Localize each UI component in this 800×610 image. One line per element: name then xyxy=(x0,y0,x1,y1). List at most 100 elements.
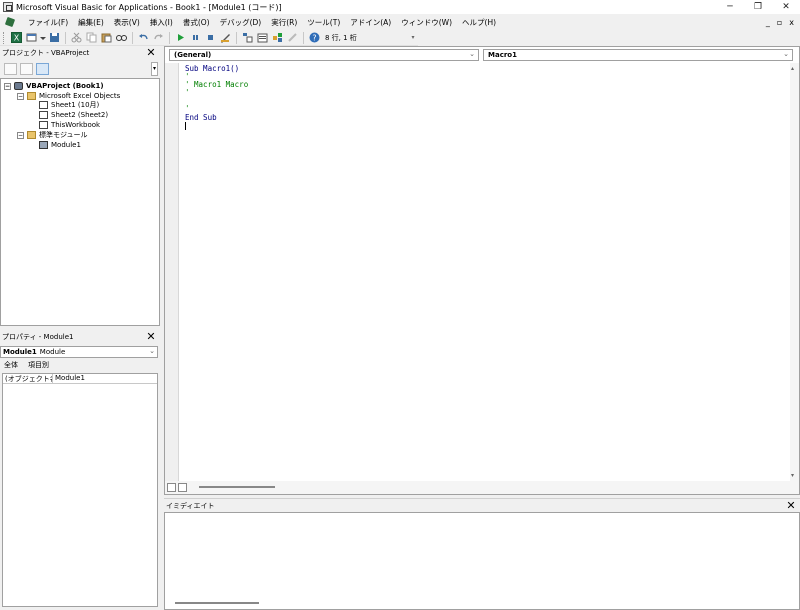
menu-format[interactable]: 書式(O) xyxy=(178,17,215,28)
insert-module-icon[interactable] xyxy=(25,31,38,44)
object-type: Module xyxy=(39,348,66,356)
cut-icon[interactable] xyxy=(70,31,83,44)
chevron-down-icon[interactable]: ⌄ xyxy=(783,50,789,58)
tree-node-standard-modules[interactable]: − 標準モジュール xyxy=(17,130,88,140)
tree-node-sheet2[interactable]: Sheet2 (Sheet2) xyxy=(39,110,108,120)
toolbox-icon[interactable] xyxy=(286,31,299,44)
menu-run[interactable]: 実行(R) xyxy=(266,17,302,28)
scroll-down-icon[interactable]: ▾ xyxy=(791,472,794,479)
help-icon[interactable]: ? xyxy=(308,31,321,44)
standard-toolbar: X ? 8 行, 1 桁 ▾ xyxy=(0,30,418,46)
chevron-down-icon[interactable]: ⌄ xyxy=(149,347,155,355)
procedure-view-icon[interactable] xyxy=(167,483,176,492)
toolbar-separator xyxy=(132,31,133,44)
excel-view-icon[interactable]: X xyxy=(10,31,23,44)
tree-node-sheet1[interactable]: Sheet1 (10月) xyxy=(39,100,99,110)
code-line: ' Macro1 Macro xyxy=(185,80,249,90)
menu-addins[interactable]: アドイン(A) xyxy=(345,17,396,28)
tree-node-project[interactable]: − VBAProject (Book1) xyxy=(4,81,104,91)
minimize-button[interactable]: ─ xyxy=(716,0,744,14)
run-icon[interactable] xyxy=(174,31,187,44)
menu-view[interactable]: 表示(V) xyxy=(109,17,145,28)
properties-grid: (オブジェクト名) Module1 xyxy=(2,373,158,607)
object-browser-icon[interactable] xyxy=(271,31,284,44)
break-icon[interactable] xyxy=(189,31,202,44)
vba-project-icon xyxy=(14,82,23,90)
code-horizontal-scrollbar[interactable] xyxy=(165,481,799,494)
procedure-combo[interactable]: Macro1 ⌄ xyxy=(483,49,793,61)
window-title: Microsoft Visual Basic for Applications … xyxy=(16,2,282,12)
properties-panel-close-icon[interactable]: ✕ xyxy=(145,330,157,343)
project-toolbar-scroll[interactable]: ▾ xyxy=(151,62,158,76)
immediate-scroll-thumb[interactable] xyxy=(175,602,259,604)
property-value[interactable]: Module1 xyxy=(53,374,85,383)
tree-node-module1[interactable]: Module1 xyxy=(39,140,81,150)
menu-edit[interactable]: 編集(E) xyxy=(73,17,109,28)
collapse-icon[interactable]: − xyxy=(17,92,24,100)
tree-label: Sheet1 (10月) xyxy=(51,101,100,109)
toolbar-separator xyxy=(169,31,170,44)
code-editor[interactable]: Sub Macro1() ' ' Macro1 Macro ' ' End Sub xyxy=(185,64,785,479)
vba-app-icon[interactable] xyxy=(3,2,13,12)
immediate-window-title: イミディエイト ✕ xyxy=(164,498,800,512)
reset-icon[interactable] xyxy=(204,31,217,44)
full-module-view-icon[interactable] xyxy=(178,483,187,492)
toolbar-options-icon[interactable]: ▾ xyxy=(410,32,416,44)
properties-panel-title: プロパティ - Module1 ✕ xyxy=(0,330,160,344)
collapse-icon[interactable]: − xyxy=(4,82,11,90)
tree-node-thisworkbook[interactable]: ThisWorkbook xyxy=(39,120,100,130)
immediate-window[interactable] xyxy=(164,512,800,610)
copy-icon[interactable] xyxy=(85,31,98,44)
document-minimize-button[interactable]: _ xyxy=(766,18,770,27)
redo-icon[interactable] xyxy=(152,31,165,44)
paste-icon[interactable] xyxy=(100,31,113,44)
properties-object-select[interactable]: Module1 Module ⌄ xyxy=(0,346,158,358)
immediate-window-close-icon[interactable]: ✕ xyxy=(785,499,797,512)
folder-icon xyxy=(27,92,36,100)
object-combo[interactable]: (General) ⌄ xyxy=(169,49,479,61)
view-object-icon[interactable] xyxy=(20,63,33,75)
undo-icon[interactable] xyxy=(137,31,150,44)
chevron-down-icon[interactable]: ⌄ xyxy=(469,50,475,58)
code-line xyxy=(185,121,785,130)
code-margin[interactable] xyxy=(165,63,179,481)
code-line: Sub Macro1() xyxy=(185,64,240,73)
properties-window-icon[interactable] xyxy=(256,31,269,44)
view-code-icon[interactable] xyxy=(4,63,17,75)
menu-help[interactable]: ヘルプ(H) xyxy=(457,17,501,28)
document-menu-icon[interactable] xyxy=(5,17,17,28)
tree-label: 標準モジュール xyxy=(39,131,88,139)
menu-tools[interactable]: ツール(T) xyxy=(302,17,345,28)
restore-button[interactable]: ❐ xyxy=(744,0,772,14)
close-button[interactable]: ✕ xyxy=(772,0,800,14)
menu-insert[interactable]: 挿入(I) xyxy=(145,17,178,28)
tree-label: ThisWorkbook xyxy=(51,121,101,129)
toggle-folders-icon[interactable] xyxy=(36,63,49,75)
workbook-icon xyxy=(39,121,48,129)
document-close-button[interactable]: x xyxy=(789,18,794,27)
property-row[interactable]: (オブジェクト名) Module1 xyxy=(3,374,157,384)
document-restore-button[interactable]: ▫ xyxy=(777,18,782,27)
toolbar-separator xyxy=(236,31,237,44)
code-line: ' xyxy=(185,88,190,98)
design-mode-icon[interactable] xyxy=(219,31,232,44)
menu-window[interactable]: ウィンドウ(W) xyxy=(396,17,457,28)
menu-debug[interactable]: デバッグ(D) xyxy=(215,17,267,28)
tab-category[interactable]: 項目別 xyxy=(28,360,49,372)
code-vertical-scrollbar[interactable]: ▴ ▾ xyxy=(790,63,799,481)
project-explorer-icon[interactable] xyxy=(241,31,254,44)
toolbar-grip[interactable] xyxy=(3,31,6,44)
code-window: (General) ⌄ Macro1 ⌄ Sub Macro1() ' ' Macr… xyxy=(164,46,800,495)
scroll-up-icon[interactable]: ▴ xyxy=(791,65,794,72)
horizontal-scroll-thumb[interactable] xyxy=(199,486,275,488)
save-icon[interactable] xyxy=(48,31,61,44)
find-icon[interactable] xyxy=(115,31,128,44)
project-panel-title-text: プロジェクト - VBAProject xyxy=(2,49,90,57)
immediate-window-title-text: イミディエイト xyxy=(166,501,215,510)
tab-all[interactable]: 全体 xyxy=(4,360,18,372)
project-panel-close-icon[interactable]: ✕ xyxy=(145,46,157,59)
menu-file[interactable]: ファイル(F) xyxy=(23,17,73,28)
collapse-icon[interactable]: − xyxy=(17,131,24,139)
dropdown-arrow-icon[interactable] xyxy=(40,31,46,44)
